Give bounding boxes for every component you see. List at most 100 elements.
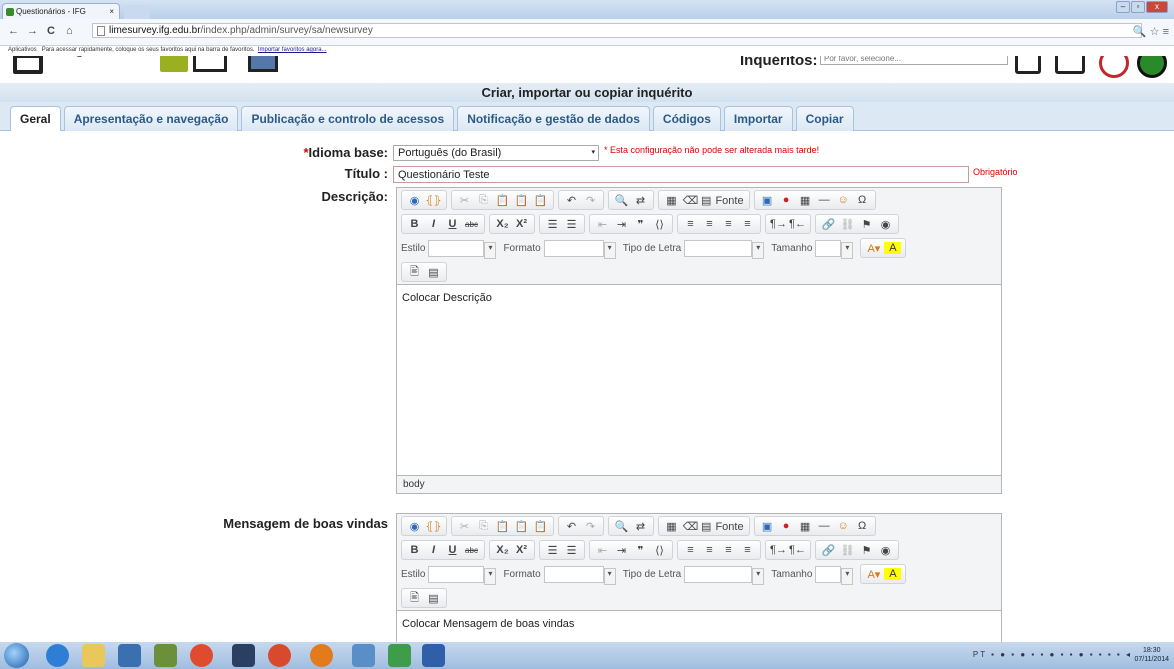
source-icon[interactable]: ◉ <box>406 194 423 207</box>
blockquote-icon[interactable]: ❞ <box>632 544 649 557</box>
select-all-icon[interactable]: ▦ <box>663 520 680 533</box>
browser-tab[interactable]: Questionários - IFG × <box>2 3 120 19</box>
bg-color-icon[interactable]: A <box>884 242 902 254</box>
home-icon[interactable]: ⌂ <box>66 25 73 37</box>
ltr-icon[interactable]: ¶→ <box>770 544 787 556</box>
align-right-icon[interactable]: ≡ <box>720 544 737 556</box>
estilo-select[interactable]: Estilo <box>401 565 497 585</box>
link-icon[interactable]: 🔗 <box>820 218 837 231</box>
maximize-icon[interactable]: ◉ <box>877 544 894 557</box>
bg-color-icon[interactable]: A <box>884 568 902 580</box>
div-icon[interactable]: ⟨⟩ <box>651 544 668 557</box>
replace-icon[interactable]: ⇄ <box>632 194 649 207</box>
copy-icon[interactable]: ⎘ <box>475 520 492 533</box>
explorer-icon[interactable] <box>82 644 105 667</box>
tab-apresentacao[interactable]: Apresentação e navegação <box>63 106 239 131</box>
survey-select[interactable]: Por favor, selecione... <box>820 56 1008 65</box>
underline-button[interactable]: U <box>444 544 461 556</box>
superscript-button[interactable]: X² <box>513 218 530 230</box>
flash-icon[interactable]: ● <box>778 194 795 206</box>
browser-menu-icon[interactable]: 🔍 ☆ ≡ <box>1133 25 1169 38</box>
text-color-icon[interactable]: A▾ <box>865 242 882 255</box>
tab-codigos[interactable]: Códigos <box>652 106 721 131</box>
tab-importar[interactable]: Importar <box>723 106 793 131</box>
maximize-icon[interactable]: ◉ <box>877 218 894 231</box>
blockquote-icon[interactable]: ❞ <box>632 218 649 231</box>
close-window-icon[interactable]: x <box>1146 1 1168 13</box>
subscript-button[interactable]: X₂ <box>494 544 511 556</box>
undo-icon[interactable]: ↶ <box>563 194 580 207</box>
indent-icon[interactable]: ⇥ <box>613 544 630 557</box>
create-survey-icon[interactable] <box>1055 56 1085 74</box>
special-char-icon[interactable]: Ω <box>854 520 871 532</box>
align-left-icon[interactable]: ≡ <box>682 544 699 556</box>
rtl-icon[interactable]: ¶← <box>789 218 806 230</box>
unlink-icon[interactable]: ⛓ <box>839 544 856 557</box>
flash-icon[interactable]: ● <box>778 520 795 532</box>
div-icon[interactable]: ⟨⟩ <box>651 218 668 231</box>
italic-button[interactable]: I <box>425 544 442 556</box>
italic-button[interactable]: I <box>425 218 442 230</box>
tamanho-select[interactable]: Tamanho <box>771 239 854 259</box>
anchor-icon[interactable]: ⚑ <box>858 544 875 557</box>
start-button-icon[interactable] <box>4 643 29 668</box>
strike-button[interactable]: abc <box>463 220 480 229</box>
console-icon[interactable] <box>232 644 255 667</box>
word-icon[interactable] <box>422 644 445 667</box>
paste-text-icon[interactable]: 📋 <box>513 520 530 533</box>
document-icon[interactable]: ▤ <box>425 592 442 605</box>
paste-icon[interactable]: 📋 <box>494 520 511 533</box>
survey-list-icon[interactable] <box>1015 56 1041 74</box>
numbered-list-icon[interactable]: ☰ <box>544 218 561 231</box>
home-admin-icon[interactable] <box>13 56 43 74</box>
cut-icon[interactable]: ✂ <box>456 194 473 207</box>
superscript-button[interactable]: X² <box>513 544 530 556</box>
redo-icon[interactable]: ↷ <box>582 520 599 533</box>
maximize-icon[interactable]: ▫ <box>1131 1 1145 13</box>
check-survey-icon[interactable] <box>160 56 188 72</box>
idioma-select[interactable]: Português (do Brasil) ▾ <box>393 145 599 161</box>
select-all-icon[interactable]: ▦ <box>663 194 680 207</box>
tab-publicacao[interactable]: Publicação e controlo de acessos <box>241 106 455 131</box>
url-input[interactable]: limesurvey.ifg.edu.br/index.php/admin/su… <box>92 23 1142 38</box>
paste-icon[interactable]: 📋 <box>494 194 511 207</box>
new-tab-button[interactable] <box>124 5 150 19</box>
preview-icon[interactable]: 🖹 <box>406 263 423 282</box>
back-icon[interactable]: ← <box>8 25 19 37</box>
align-left-icon[interactable]: ≡ <box>682 218 699 230</box>
outdent-icon[interactable]: ⇤ <box>594 544 611 557</box>
fonte-button[interactable]: ▤ Fonte <box>701 194 745 207</box>
outdent-icon[interactable]: ⇤ <box>594 218 611 231</box>
tab-geral[interactable]: Geral <box>10 106 61 131</box>
hline-icon[interactable]: — <box>816 194 833 206</box>
firefox-icon[interactable] <box>310 644 333 667</box>
hline-icon[interactable]: — <box>816 520 833 532</box>
underline-button[interactable]: U <box>444 218 461 230</box>
bold-button[interactable]: B <box>406 218 423 230</box>
table-icon[interactable]: ▦ <box>797 194 814 207</box>
close-tab-icon[interactable]: × <box>109 7 114 16</box>
chrome-icon[interactable] <box>190 644 213 667</box>
formato-select[interactable]: Formato <box>503 239 616 259</box>
tipo-letra-select[interactable]: Tipo de Letra <box>623 239 765 259</box>
bullet-list-icon[interactable]: ☰ <box>563 544 580 557</box>
align-center-icon[interactable]: ≡ <box>701 218 718 230</box>
fonte-button[interactable]: ▤ Fonte <box>701 520 745 533</box>
tools-icon[interactable]: ✐✂ <box>72 56 119 64</box>
clock[interactable]: 18:30 07/11/2014 <box>1134 646 1169 664</box>
preview-icon[interactable]: 🖹 <box>406 589 423 608</box>
excel-icon[interactable] <box>388 644 411 667</box>
strike-button[interactable]: abc <box>463 546 480 555</box>
add-icon[interactable] <box>1137 56 1167 78</box>
smiley-icon[interactable]: ☺ <box>835 520 852 532</box>
anchor-icon[interactable]: ⚑ <box>858 218 875 231</box>
descricao-content[interactable]: Colocar Descrição <box>397 284 1001 476</box>
rtl-icon[interactable]: ¶← <box>789 544 806 556</box>
paste-text-icon[interactable]: 📋 <box>513 194 530 207</box>
chrome-active-icon[interactable] <box>268 644 291 667</box>
bullet-list-icon[interactable]: ☰ <box>563 218 580 231</box>
image-icon[interactable]: ▣ <box>759 520 776 533</box>
tab-copiar[interactable]: Copiar <box>795 106 854 131</box>
import-bookmarks-link[interactable]: Importar favoritos agora... <box>258 47 327 53</box>
cut-icon[interactable]: ✂ <box>456 520 473 533</box>
